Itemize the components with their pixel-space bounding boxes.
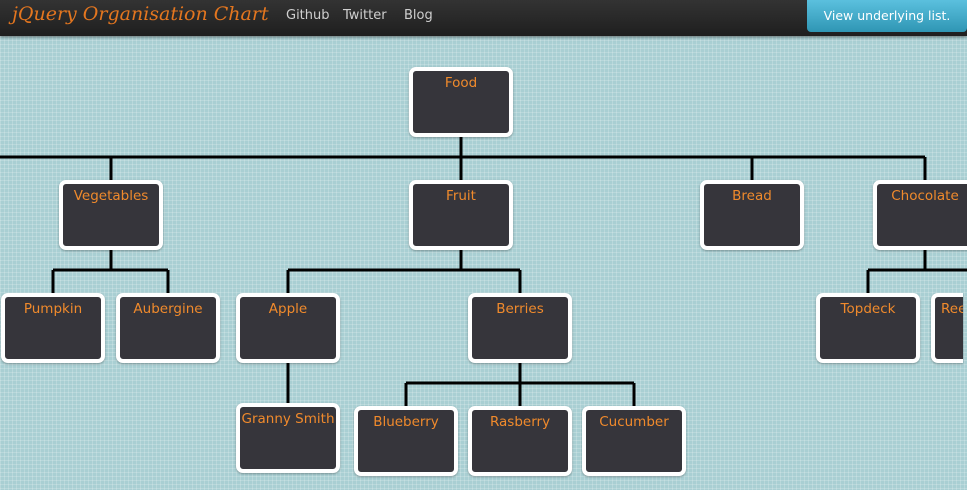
nav-link-github[interactable]: Github [286,8,330,23]
node-label: Topdeck [840,301,896,317]
node-food[interactable]: Food [409,67,513,137]
node-cucumber[interactable]: Cucumber [582,406,686,476]
node-label: Blueberry [373,414,439,430]
node-apple[interactable]: Apple [236,293,340,363]
node-rasberry[interactable]: Rasberry [468,406,572,476]
node-blueberry[interactable]: Blueberry [354,406,458,476]
connector-vegetables [51,247,170,293]
node-label: Chocolate [891,188,959,204]
node-pumpkin[interactable]: Pumpkin [1,293,105,363]
view-underlying-list-button[interactable]: View underlying list. [807,0,967,32]
connector-fruit [286,247,522,293]
node-granny-smith[interactable]: Granny Smith [236,403,340,473]
node-berries[interactable]: Berries [468,293,572,363]
node-label: Fruit [446,188,476,204]
node-label: Berries [496,301,544,317]
connector-food [0,134,927,180]
node-label: Rasberry [489,414,551,430]
node-label: Apple [268,301,308,317]
node-fruit[interactable]: Fruit [409,180,513,250]
navbar: jQuery Organisation Chart Github Twitter… [0,0,967,36]
connector-berries [404,360,636,406]
node-label: Aubergine [133,301,203,317]
node-aubergine[interactable]: Aubergine [116,293,220,363]
node-vegetables[interactable]: Vegetables [59,180,163,250]
node-reeses[interactable]: Reese's [931,293,963,363]
node-label: Vegetables [73,188,149,204]
connector-chocolate [866,247,967,293]
node-label: Reese's [941,301,963,317]
node-chocolate[interactable]: Chocolate [873,180,967,250]
node-label: Granny Smith [241,411,335,427]
nav-link-twitter[interactable]: Twitter [343,8,387,23]
node-label: Food [444,75,478,91]
node-bread[interactable]: Bread [700,180,804,250]
node-label: Pumpkin [23,301,83,317]
nav-link-blog[interactable]: Blog [404,8,433,23]
node-label: Bread [732,188,772,204]
node-label: Cucumber [599,414,669,430]
node-topdeck[interactable]: Topdeck [816,293,920,363]
brand-title[interactable]: jQuery Organisation Chart [12,3,269,25]
